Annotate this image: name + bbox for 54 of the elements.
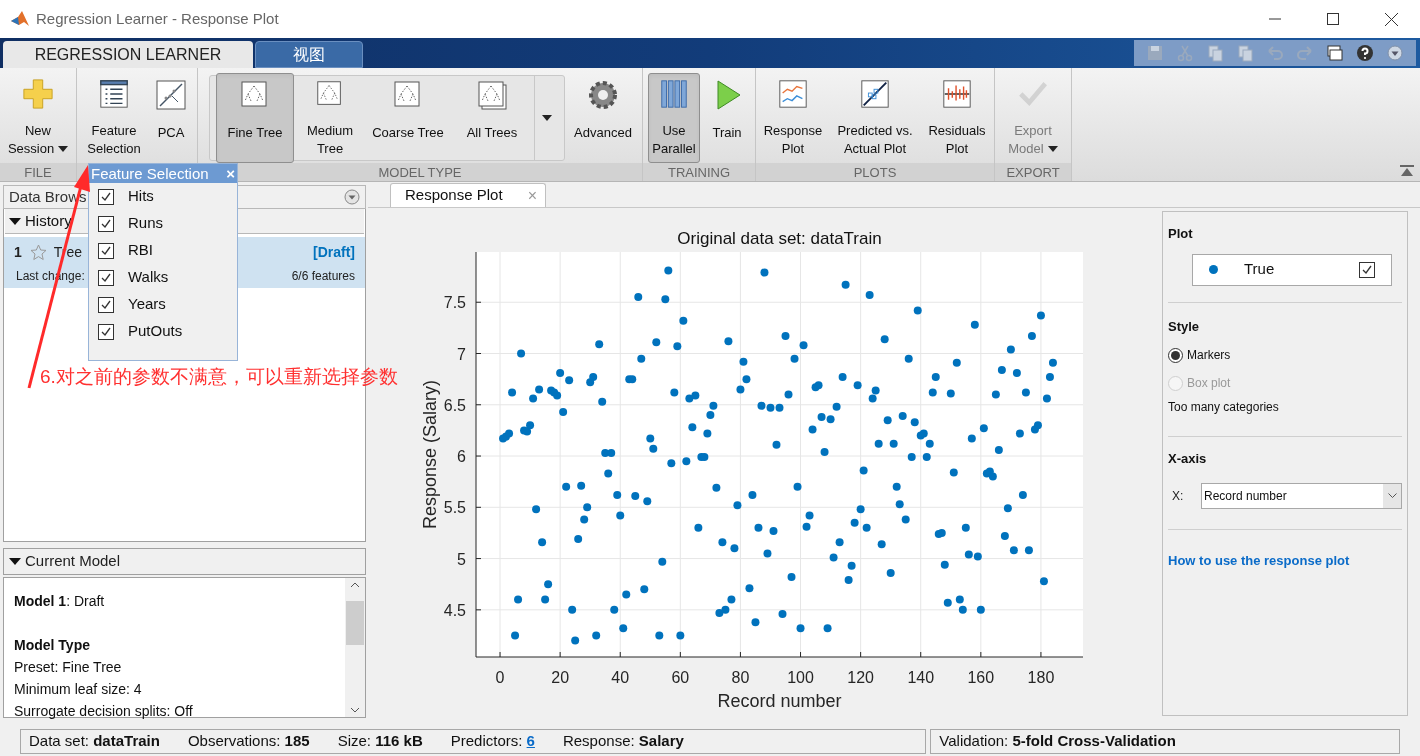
section-label: TRAINING — [667, 165, 731, 179]
y-tick-label: 6.5 — [443, 396, 466, 414]
model-number: 1 — [14, 243, 22, 262]
y-tick-label: 5.5 — [443, 499, 466, 517]
y-tick-label: 6 — [457, 448, 466, 466]
feature-label: Years — [128, 294, 166, 315]
status-item: Observations: 185 — [187, 730, 310, 751]
section-label: PLOTS — [853, 165, 897, 179]
section-label: FILE — [24, 165, 52, 179]
model-status: [Draft] — [313, 243, 355, 262]
y-axis-label: Response (Salary) — [420, 379, 440, 530]
model-detail-text: Minimum leaf size: 4 — [14, 680, 143, 699]
y-tick-label: 4.5 — [443, 601, 466, 619]
x-tick-label: 80 — [731, 669, 750, 686]
y-tick-label: 5 — [457, 550, 466, 568]
note-text: Too many categories — [1168, 399, 1280, 416]
status-item: Response: Salary — [562, 730, 684, 751]
status-item: Data set: dataTrain — [29, 730, 160, 751]
x-tick-label: 40 — [611, 669, 630, 686]
y-tick-label: 7.5 — [443, 294, 466, 312]
x-axis-label: Record number — [717, 691, 842, 711]
y-tick-label: 7 — [457, 345, 466, 363]
x-tick-label: 60 — [671, 669, 690, 686]
x-tick-label: 160 — [967, 669, 995, 686]
x-tick-label: 180 — [1027, 669, 1055, 686]
feature-label: Runs — [128, 213, 164, 234]
section-heading: Plot — [1168, 225, 1194, 243]
annotation-text: 6.对之前的参数不满意，可以重新选择参数 — [40, 365, 398, 389]
feature-label: PutOuts — [128, 321, 183, 342]
status-item: Predictors: 6 — [450, 730, 535, 751]
chart-title: Original data set: dataTrain — [677, 229, 882, 248]
x-tick-label: 100 — [787, 669, 814, 686]
feature-label: Walks — [128, 267, 169, 288]
section-heading: Style — [1168, 317, 1201, 336]
model-detail-text: Preset: Fine Tree — [14, 658, 123, 677]
window-title: Regression Learner - Response Plot — [36, 8, 279, 29]
legend-label: True — [1244, 259, 1275, 280]
popup-title: Feature Selection — [91, 166, 209, 181]
section-heading: Model Type — [14, 636, 91, 655]
section-label: MODEL TYPE — [378, 165, 462, 179]
x-tick-label: 20 — [551, 669, 570, 686]
model-detail-text: Model 1: Draft — [14, 592, 106, 611]
model-detail-text: Surrogate decision splits: Off — [14, 702, 194, 721]
field-label: X: — [1172, 487, 1185, 505]
validation-status: Validation: 5-fold Cross-Validation — [930, 728, 1400, 754]
section-heading: X-axis — [1168, 450, 1208, 468]
status-item: Size: 116 kB — [337, 730, 423, 751]
x-tick-label: 140 — [907, 669, 935, 686]
x-tick-label: 120 — [847, 669, 874, 686]
feature-count: 6/6 features — [291, 268, 355, 285]
feature-label: RBI — [128, 240, 153, 261]
x-tick-label: 0 — [495, 669, 505, 686]
feature-label: Hits — [128, 186, 154, 207]
section-label: EXPORT — [1006, 165, 1060, 179]
